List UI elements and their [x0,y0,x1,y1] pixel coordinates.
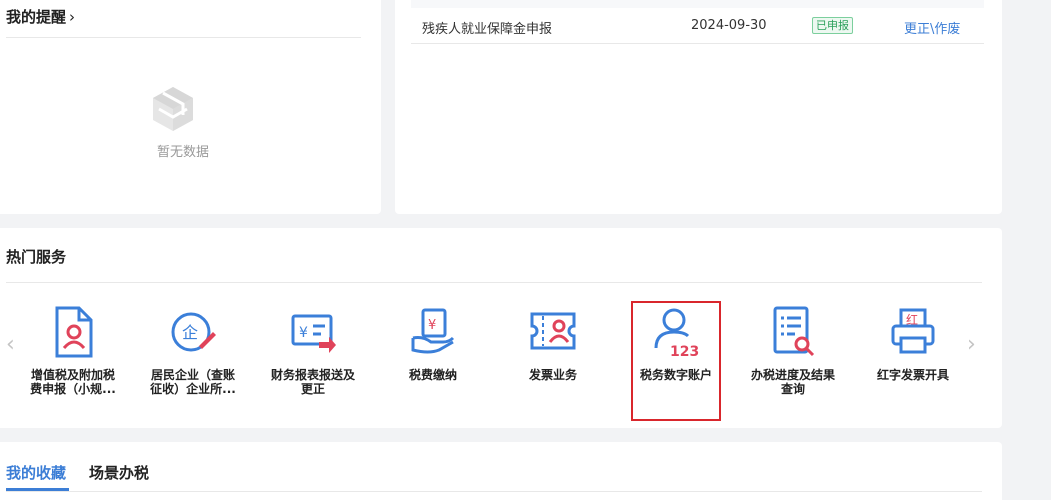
financial-report-icon: ¥ [291,314,336,353]
red-invoice-icon: 红 [891,308,935,354]
hot-services-title: 热门服务 [6,248,67,266]
progress-query-icon [773,306,815,357]
service-label: 办税进度及结果 [750,368,835,382]
tab-scenario-tax[interactable]: 场景办税 [89,462,149,483]
service-label: 更正 [300,382,325,396]
service-red-invoice[interactable]: 红 红字发票开具 [863,306,963,382]
declaration-name: 残疾人就业保障金申报 [422,22,553,37]
tax-payment-icon: ¥ [411,308,455,354]
table-row: 残疾人就业保障金申报 2024-09-30 已申报 更正\作废 [411,8,984,44]
declarations-card: 残疾人就业保障金申报 2024-09-30 已申报 更正\作废 [395,0,1002,214]
svg-text:¥: ¥ [299,325,308,341]
service-label: 征收）企业所... [150,382,236,396]
svg-text:¥: ¥ [428,318,436,333]
chevron-right-icon[interactable]: › [967,332,976,357]
service-label: 增值税及附加税 [30,368,115,382]
service-digital-account[interactable]: 123 税务数字账户 [631,301,721,421]
empty-state-text: 暂无数据 [156,145,209,160]
divider [6,282,982,283]
service-financial-report[interactable]: ¥ 财务报表报送及 更正 [263,306,363,396]
enterprise-tax-icon: 企 [171,312,216,352]
hot-services-card: 热门服务 ‹ › 增值税及附加税 费申报（小规... 企 居民企业（查账 征收）企业… [0,228,1002,428]
chevron-left-icon[interactable]: ‹ [6,332,15,357]
declaration-deadline: 2024-09-30 [691,18,767,33]
divider [6,491,982,492]
service-label: 发票业务 [528,368,577,382]
service-enterprise-tax[interactable]: 企 居民企业（查账 征收）企业所... [143,306,243,396]
digital-account-icon: 123 [654,308,699,360]
divider [6,37,361,38]
service-label: 费申报（小规... [30,382,116,396]
correct-void-link[interactable]: 更正\作废 [904,18,960,37]
service-tax-payment[interactable]: ¥ 税费缴纳 [383,306,483,382]
service-label: 税费缴纳 [408,368,457,382]
svg-text:企: 企 [182,323,198,342]
service-vat-declaration[interactable]: 增值税及附加税 费申报（小规... [23,306,123,396]
service-label: 红字发票开具 [876,368,949,382]
cube-empty-icon [153,87,193,131]
reminders-title-link[interactable]: 我的提醒 › [6,6,75,27]
status-badge: 已申报 [812,17,853,34]
tab-my-favorites[interactable]: 我的收藏 [6,462,66,483]
service-label: 税务数字账户 [639,368,712,382]
vat-declaration-icon [55,306,93,358]
table-header-strip [411,0,984,8]
invoice-business-icon [530,312,576,350]
svg-text:123: 123 [670,344,699,358]
chevron-right-icon: › [69,8,76,26]
service-label: 查询 [780,382,805,396]
favorites-card: 我的收藏 场景办税 [0,442,1002,500]
service-label: 居民企业（查账 [150,368,235,382]
reminders-title: 我的提醒 [6,8,67,26]
service-label: 财务报表报送及 [270,368,355,382]
service-progress-query[interactable]: 办税进度及结果 查询 [743,306,843,396]
service-invoice-business[interactable]: 发票业务 [503,306,603,382]
reminders-card: 我的提醒 › 暂无数据 [0,0,381,214]
